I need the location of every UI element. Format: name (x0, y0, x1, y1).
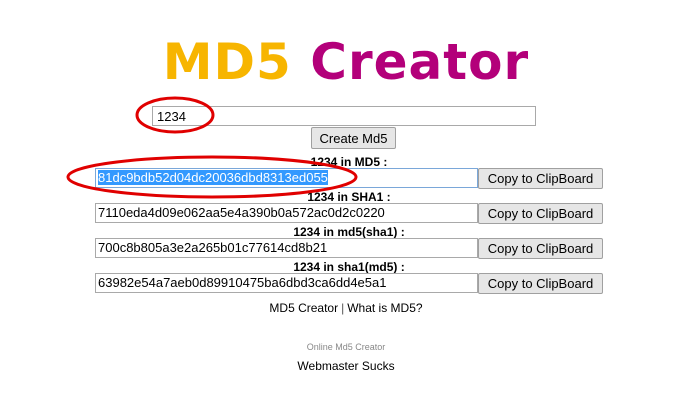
create-md5-button[interactable]: Create Md5 (311, 127, 396, 149)
copy-sha1-button[interactable]: Copy to ClipBoard (478, 203, 603, 224)
what-is-md5-link[interactable]: What is MD5? (347, 301, 422, 315)
copy-md5-sha1-button[interactable]: Copy to ClipBoard (478, 238, 603, 259)
sha1-md5-label: 1234 in sha1(md5) : (293, 260, 405, 274)
online-md5-creator-text: Online Md5 Creator (306, 342, 386, 352)
sha1-label: 1234 in SHA1 : (307, 190, 391, 204)
md5-label: 1234 in MD5 : (310, 155, 388, 169)
sha1-output-field[interactable]: 7110eda4d09e062aa5e4a390b0a572ac0d2c0220 (95, 203, 478, 223)
logo-word-creator: Creator (310, 33, 530, 91)
logo-word-md5: MD5 (162, 33, 292, 91)
md5-sha1-value: 700c8b805a3e2a265b01c77614cd8b21 (98, 240, 328, 255)
md5-value: 81dc9bdb52d04dc20036dbd8313ed055 (98, 170, 328, 185)
md5-sha1-label: 1234 in md5(sha1) : (293, 225, 405, 239)
md5-sha1-output-field[interactable]: 700c8b805a3e2a265b01c77614cd8b21 (95, 238, 478, 258)
md5-output-field[interactable]: 81dc9bdb52d04dc20036dbd8313ed055 (95, 168, 478, 188)
site-logo: MD5 Creator (0, 30, 692, 94)
sha1-md5-output-field[interactable]: 63982e54a7aeb0d89910475ba6dbd3ca6dd4e5a1 (95, 273, 478, 293)
md5-creator-link[interactable]: MD5 Creator (269, 301, 338, 315)
text-input[interactable] (152, 106, 536, 126)
sha1-value: 7110eda4d09e062aa5e4a390b0a572ac0d2c0220 (98, 205, 385, 220)
footer-links: MD5 Creator | What is MD5? (0, 301, 692, 315)
webmaster-text: Webmaster Sucks (297, 359, 395, 373)
copy-sha1-md5-button[interactable]: Copy to ClipBoard (478, 273, 603, 294)
copy-md5-button[interactable]: Copy to ClipBoard (478, 168, 603, 189)
sha1-md5-value: 63982e54a7aeb0d89910475ba6dbd3ca6dd4e5a1 (98, 275, 387, 290)
footer-separator: | (341, 301, 345, 315)
